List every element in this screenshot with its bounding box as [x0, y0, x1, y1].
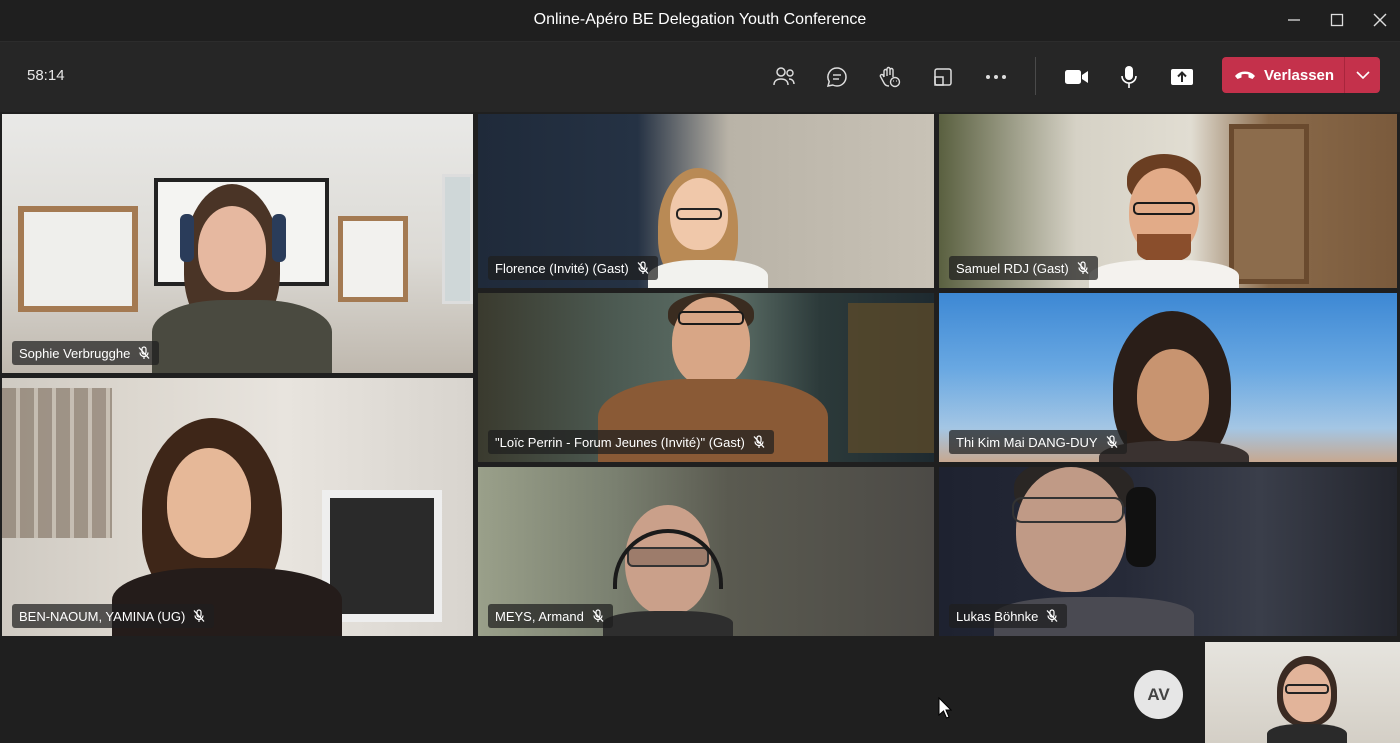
share-screen-button[interactable]	[1164, 59, 1200, 95]
share-icon	[1171, 69, 1193, 85]
video-tile[interactable]: Lukas Böhnke	[939, 467, 1397, 636]
participant-name: "Loïc Perrin - Forum Jeunes (Invité)" (G…	[495, 434, 745, 450]
participant-name-tag: "Loïc Perrin - Forum Jeunes (Invité)" (G…	[488, 430, 774, 454]
mic-off-icon	[1046, 609, 1058, 622]
raise-hand-icon	[879, 66, 901, 88]
more-icon	[986, 75, 1006, 79]
participant-name: Sophie Verbrugghe	[19, 345, 131, 361]
chat-button[interactable]	[819, 59, 855, 95]
maximize-icon	[1330, 13, 1344, 27]
people-icon	[773, 67, 795, 86]
participant-video	[643, 164, 773, 288]
video-tile[interactable]: MEYS, Armand	[478, 467, 934, 636]
mic-off-icon	[138, 346, 150, 359]
mic-off-icon	[637, 261, 649, 274]
avatar[interactable]: AV	[1134, 670, 1183, 719]
raise-hand-button[interactable]	[872, 59, 908, 95]
leave-button[interactable]: Verlassen	[1222, 57, 1380, 93]
camera-button[interactable]	[1059, 59, 1095, 95]
participant-video	[1267, 656, 1347, 743]
participants-button[interactable]	[766, 59, 802, 95]
video-tile[interactable]: Sophie Verbrugghe	[2, 114, 473, 373]
chevron-down-icon	[1355, 71, 1370, 79]
video-tile[interactable]: Samuel RDJ (Gast)	[939, 114, 1397, 288]
photo-wall-image	[2, 388, 112, 538]
participant-name: Thi Kim Mai DANG-DUY	[956, 434, 1098, 450]
minimize-icon	[1288, 19, 1300, 21]
video-tile[interactable]: BEN-NAOUM, YAMINA (UG)	[2, 378, 473, 636]
participant-video	[603, 499, 733, 636]
board-image	[338, 216, 408, 302]
mic-off-icon	[1106, 435, 1118, 448]
leave-main[interactable]: Verlassen	[1222, 57, 1344, 93]
mic-off-icon	[193, 609, 205, 622]
video-tile[interactable]: Florence (Invité) (Gast)	[478, 114, 934, 288]
minimize-button[interactable]	[1280, 8, 1308, 32]
meeting-timer: 58:14	[27, 67, 65, 84]
participant-name-tag: Samuel RDJ (Gast)	[949, 256, 1098, 280]
participant-name: BEN-NAOUM, YAMINA (UG)	[19, 608, 186, 624]
participant-name: Lukas Böhnke	[956, 608, 1039, 624]
mic-off-icon	[753, 435, 765, 448]
participant-name-tag: Sophie Verbrugghe	[12, 341, 160, 365]
mouse-cursor-icon	[938, 697, 952, 719]
participant-name-tag: Thi Kim Mai DANG-DUY	[949, 430, 1127, 454]
breakout-rooms-button[interactable]	[925, 59, 961, 95]
toolbar-separator	[1035, 57, 1036, 95]
participant-video	[152, 184, 332, 373]
video-tile[interactable]: "Loïc Perrin - Forum Jeunes (Invité)" (G…	[478, 293, 934, 462]
participant-video	[1089, 152, 1239, 288]
participant-name-tag: BEN-NAOUM, YAMINA (UG)	[12, 604, 215, 628]
bookshelf-image	[1229, 124, 1309, 284]
participant-name-tag: Florence (Invité) (Gast)	[488, 256, 658, 280]
rooms-icon	[934, 68, 952, 86]
participant-name: Samuel RDJ (Gast)	[956, 260, 1069, 276]
mic-off-icon	[592, 609, 604, 622]
mic-icon	[1121, 66, 1137, 88]
window-title: Online-Apéro BE Delegation Youth Confere…	[533, 11, 867, 28]
maximize-button[interactable]	[1323, 8, 1351, 32]
participant-name-tag: MEYS, Armand	[488, 604, 613, 628]
bottom-stage	[0, 638, 1400, 743]
hang-up-icon	[1235, 71, 1255, 79]
video-tile[interactable]: Thi Kim Mai DANG-DUY	[939, 293, 1397, 462]
participant-name: MEYS, Armand	[495, 608, 584, 624]
mic-off-icon	[1077, 261, 1089, 274]
participant-name-tag: Lukas Böhnke	[949, 604, 1068, 628]
self-view-video[interactable]	[1205, 642, 1400, 743]
close-button[interactable]	[1366, 8, 1394, 32]
meeting-toolbar: 58:14 Verlassen	[0, 42, 1400, 112]
microphone-button[interactable]	[1111, 59, 1147, 95]
more-actions-button[interactable]	[978, 59, 1014, 95]
participant-name: Florence (Invité) (Gast)	[495, 260, 629, 276]
whiteboard-image	[18, 206, 138, 312]
camera-icon	[1065, 70, 1088, 84]
window-titlebar: Online-Apéro BE Delegation Youth Confere…	[0, 0, 1400, 42]
chat-icon	[826, 67, 847, 87]
close-icon	[1373, 13, 1387, 27]
window-image	[442, 174, 473, 304]
leave-label: Verlassen	[1264, 66, 1335, 84]
leave-options-button[interactable]	[1345, 57, 1380, 93]
map-poster-image	[848, 303, 934, 453]
